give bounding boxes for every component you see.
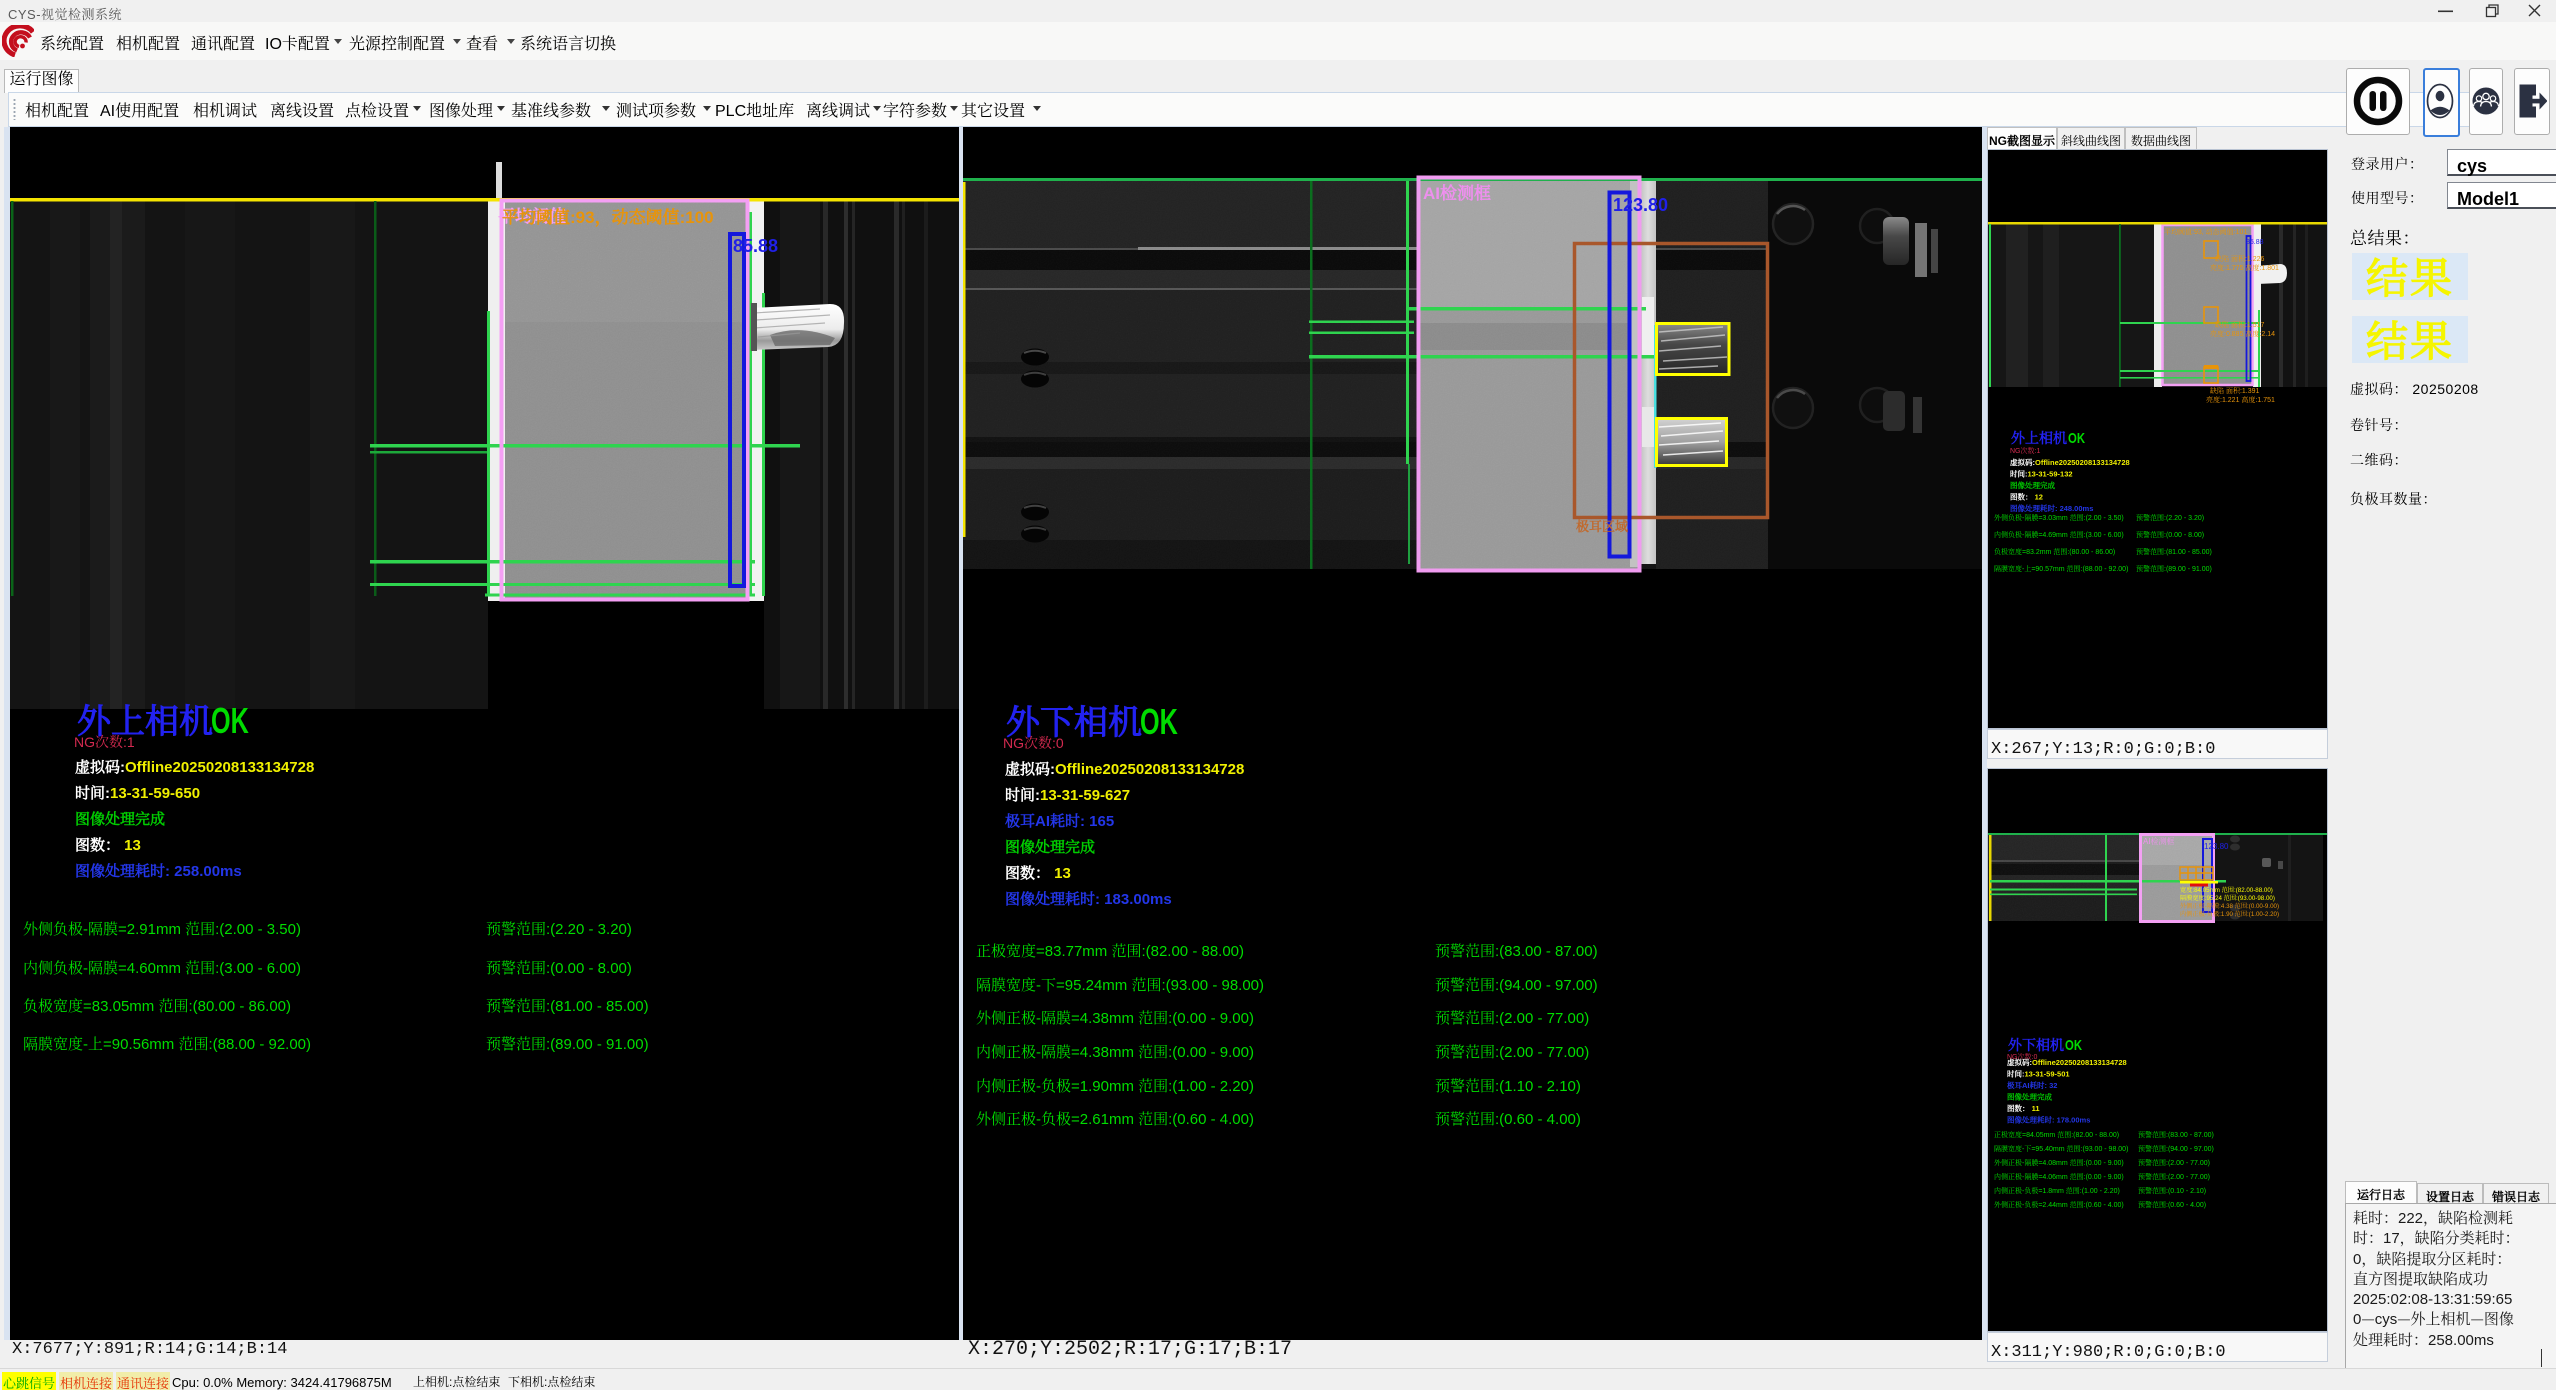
svg-text:内侧负极-隔膜=4.69mm 范围:(3.00 - 6.00: 内侧负极-隔膜=4.69mm 范围:(3.00 - 6.00) [1994,530,2124,540]
svg-text:亮度:1.221 高度:1.751: 亮度:1.221 高度:1.751 [2206,395,2275,405]
svg-text:隔膜宽度-上=90.57mm 范围:(88.00 - 92.: 隔膜宽度-上=90.57mm 范围:(88.00 - 92.00) [1994,564,2128,574]
svg-text:极耳AI耗时: 32: 极耳AI耗时: 32 [2006,1080,2057,1091]
svg-text:外上相机: 外上相机 [2011,428,2067,448]
svg-text:负极宽度=83.2mm 范围:(80.00 - 86.00): 负极宽度=83.2mm 范围:(80.00 - 86.00) [1994,547,2115,557]
svg-text:图数： 12: 图数： 12 [2010,492,2043,503]
svg-text:时间:13-31-59-132: 时间:13-31-59-132 [2010,469,2073,480]
svg-text:内侧正极-负极=1.8mm 范围:(1.00 - 2.20): 内侧正极-负极=1.8mm 范围:(1.00 - 2.20) [1994,1186,2120,1196]
svg-text:85.88: 85.88 [733,232,778,258]
svg-text:预警范围:(94.00 - 97.00): 预警范围:(94.00 - 97.00) [2138,1144,2214,1154]
svg-text:内侧正极-负极:1.90 范围:(1.00-2.20): 内侧正极-负极:1.90 范围:(1.00-2.20) [2180,909,2279,918]
svg-text:时间:13-31-59-501: 时间:13-31-59-501 [2007,1069,2070,1080]
svg-text:内侧正极-隔膜=4.06mm 范围:(0.00 - 9.00: 内侧正极-隔膜=4.06mm 范围:(0.00 - 9.00) [1994,1172,2124,1182]
svg-text:平均阈值:93, 动态阈值:101: 平均阈值:93, 动态阈值:101 [2164,227,2247,237]
svg-text:亮度:0.885 高度:2.14: 亮度:0.885 高度:2.14 [2210,329,2275,339]
svg-text:预警范围:(2.20 - 3.20): 预警范围:(2.20 - 3.20) [2136,513,2204,523]
svg-text:预警范围:(2.00 - 77.00): 预警范围:(2.00 - 77.00) [2138,1172,2210,1182]
svg-text:123.80: 123.80 [2204,841,2229,852]
svg-text:AI检测框: AI检测框 [1423,179,1491,204]
svg-text:虚拟码:Offline20250208133134728: 虚拟码:Offline20250208133134728 [2007,1057,2127,1068]
svg-text:外侧正极-负极=2.44mm 范围:(0.60 - 4.00: 外侧正极-负极=2.44mm 范围:(0.60 - 4.00) [1994,1200,2124,1210]
svg-text:预警范围:(83.00 - 87.00): 预警范围:(83.00 - 87.00) [2138,1130,2214,1140]
svg-text:虚拟码:Offline20250208133134728: 虚拟码:Offline20250208133134728 [2010,457,2130,468]
svg-text:OK: OK [2065,1034,2082,1055]
svg-text:外侧正极-隔膜=4.08mm 范围:(0.00 - 9.00: 外侧正极-隔膜=4.08mm 范围:(0.00 - 9.00) [1994,1158,2124,1168]
svg-text:OK: OK [2068,427,2085,448]
svg-text:预警范围:(0.10 - 2.10): 预警范围:(0.10 - 2.10) [2138,1186,2206,1196]
svg-text:外侧负极-隔膜=3.03mm 范围:(2.00 - 3.50: 外侧负极-隔膜=3.03mm 范围:(2.00 - 3.50) [1994,513,2124,523]
svg-text:平均阈值:93，动态阈值:100: 平均阈值:93，动态阈值:100 [502,203,714,228]
svg-text:亮度:1.775 高度:1.801: 亮度:1.775 高度:1.801 [2210,263,2279,273]
svg-text:85.88: 85.88 [2246,237,2264,247]
svg-text:图像处理完成: 图像处理完成 [2007,1092,2052,1103]
svg-text:预警范围:(0.00 - 8.00): 预警范围:(0.00 - 8.00) [2136,530,2204,540]
svg-text:图数： 11: 图数： 11 [2007,1103,2040,1114]
svg-text:123.80: 123.80 [1613,191,1668,217]
svg-text:隔膜宽度-下=95.40mm 范围:(93.00 - 98.: 隔膜宽度-下=95.40mm 范围:(93.00 - 98.00) [1994,1144,2128,1154]
svg-text:预警范围:(81.00 - 85.00): 预警范围:(81.00 - 85.00) [2136,547,2212,557]
svg-text:NG次数:1: NG次数:1 [2010,446,2040,456]
svg-text:正极宽度=84.05mm 范围:(82.00 - 88.00: 正极宽度=84.05mm 范围:(82.00 - 88.00) [1994,1130,2119,1140]
svg-text:AI检测框: AI检测框 [2143,836,2175,847]
svg-text:预警范围:(89.00 - 91.00): 预警范围:(89.00 - 91.00) [2136,564,2212,574]
svg-text:预警范围:(2.00 - 77.00): 预警范围:(2.00 - 77.00) [2138,1158,2210,1168]
svg-text:图像处理耗时: 178.00ms: 图像处理耗时: 178.00ms [2007,1115,2090,1126]
svg-text:极耳区域: 极耳区域 [1575,516,1629,535]
svg-text:图像处理完成: 图像处理完成 [2010,480,2055,491]
svg-text:预警范围:(0.60 - 4.00): 预警范围:(0.60 - 4.00) [2138,1200,2206,1210]
